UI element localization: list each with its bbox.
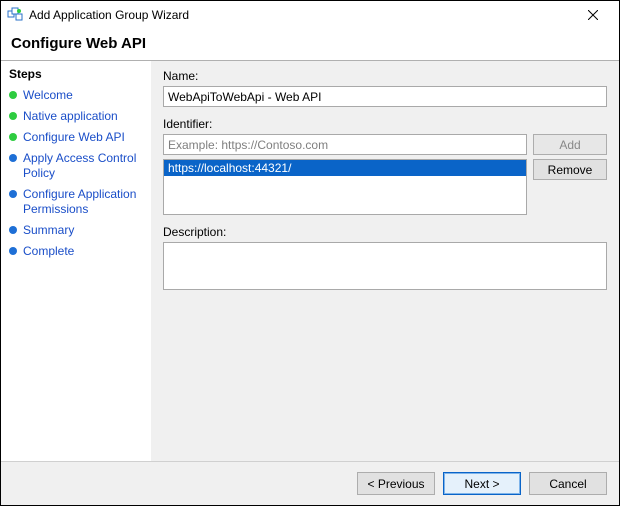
- steps-list: Welcome Native application Configure Web A…: [9, 85, 147, 262]
- step-bullet-icon: [9, 190, 17, 198]
- step-label: Configure Application Permissions: [23, 187, 147, 217]
- identifier-list-item[interactable]: https://localhost:44321/: [164, 160, 526, 176]
- step-label: Apply Access Control Policy: [23, 151, 147, 181]
- description-label: Description:: [163, 225, 607, 239]
- description-section: Description:: [163, 225, 607, 293]
- step-bullet-icon: [9, 91, 17, 99]
- identifier-label: Identifier:: [163, 117, 607, 131]
- close-button[interactable]: [573, 1, 613, 29]
- remove-button[interactable]: Remove: [533, 159, 607, 180]
- description-input[interactable]: [163, 242, 607, 290]
- step-label: Summary: [23, 223, 74, 238]
- step-bullet-icon: [9, 133, 17, 141]
- step-label: Welcome: [23, 88, 73, 103]
- name-label: Name:: [163, 69, 607, 83]
- previous-button[interactable]: < Previous: [357, 472, 435, 495]
- step-item[interactable]: Configure Application Permissions: [9, 184, 147, 220]
- title-bar: Add Application Group Wizard: [1, 1, 619, 29]
- app-icon: [7, 7, 23, 23]
- steps-heading: Steps: [9, 67, 147, 81]
- spacer: [163, 303, 607, 453]
- page-header: Configure Web API: [1, 29, 619, 60]
- name-section: Name:: [163, 69, 607, 107]
- name-input[interactable]: [163, 86, 607, 107]
- step-item[interactable]: Apply Access Control Policy: [9, 148, 147, 184]
- window-title: Add Application Group Wizard: [29, 8, 573, 22]
- wizard-body: Steps Welcome Native application Configure…: [1, 61, 619, 461]
- step-label: Native application: [23, 109, 118, 124]
- step-item[interactable]: Native application: [9, 106, 147, 127]
- step-bullet-icon: [9, 112, 17, 120]
- main-panel: Name: Identifier: Add https://localhost:…: [151, 61, 619, 461]
- step-bullet-icon: [9, 154, 17, 162]
- footer-bar: < Previous Next > Cancel: [1, 461, 619, 505]
- wizard-window: Add Application Group Wizard Configure W…: [0, 0, 620, 506]
- page-title: Configure Web API: [11, 35, 609, 52]
- step-bullet-icon: [9, 226, 17, 234]
- step-item[interactable]: Summary: [9, 220, 147, 241]
- cancel-button[interactable]: Cancel: [529, 472, 607, 495]
- step-item[interactable]: Complete: [9, 241, 147, 262]
- step-item[interactable]: Welcome: [9, 85, 147, 106]
- identifier-section: Identifier: Add https://localhost:44321/…: [163, 117, 607, 215]
- step-bullet-icon: [9, 247, 17, 255]
- identifier-input[interactable]: [163, 134, 527, 155]
- step-label: Configure Web API: [23, 130, 125, 145]
- next-button[interactable]: Next >: [443, 472, 521, 495]
- step-label: Complete: [23, 244, 74, 259]
- steps-sidebar: Steps Welcome Native application Configure…: [1, 61, 151, 461]
- step-item[interactable]: Configure Web API: [9, 127, 147, 148]
- identifier-list[interactable]: https://localhost:44321/: [163, 159, 527, 215]
- add-button[interactable]: Add: [533, 134, 607, 155]
